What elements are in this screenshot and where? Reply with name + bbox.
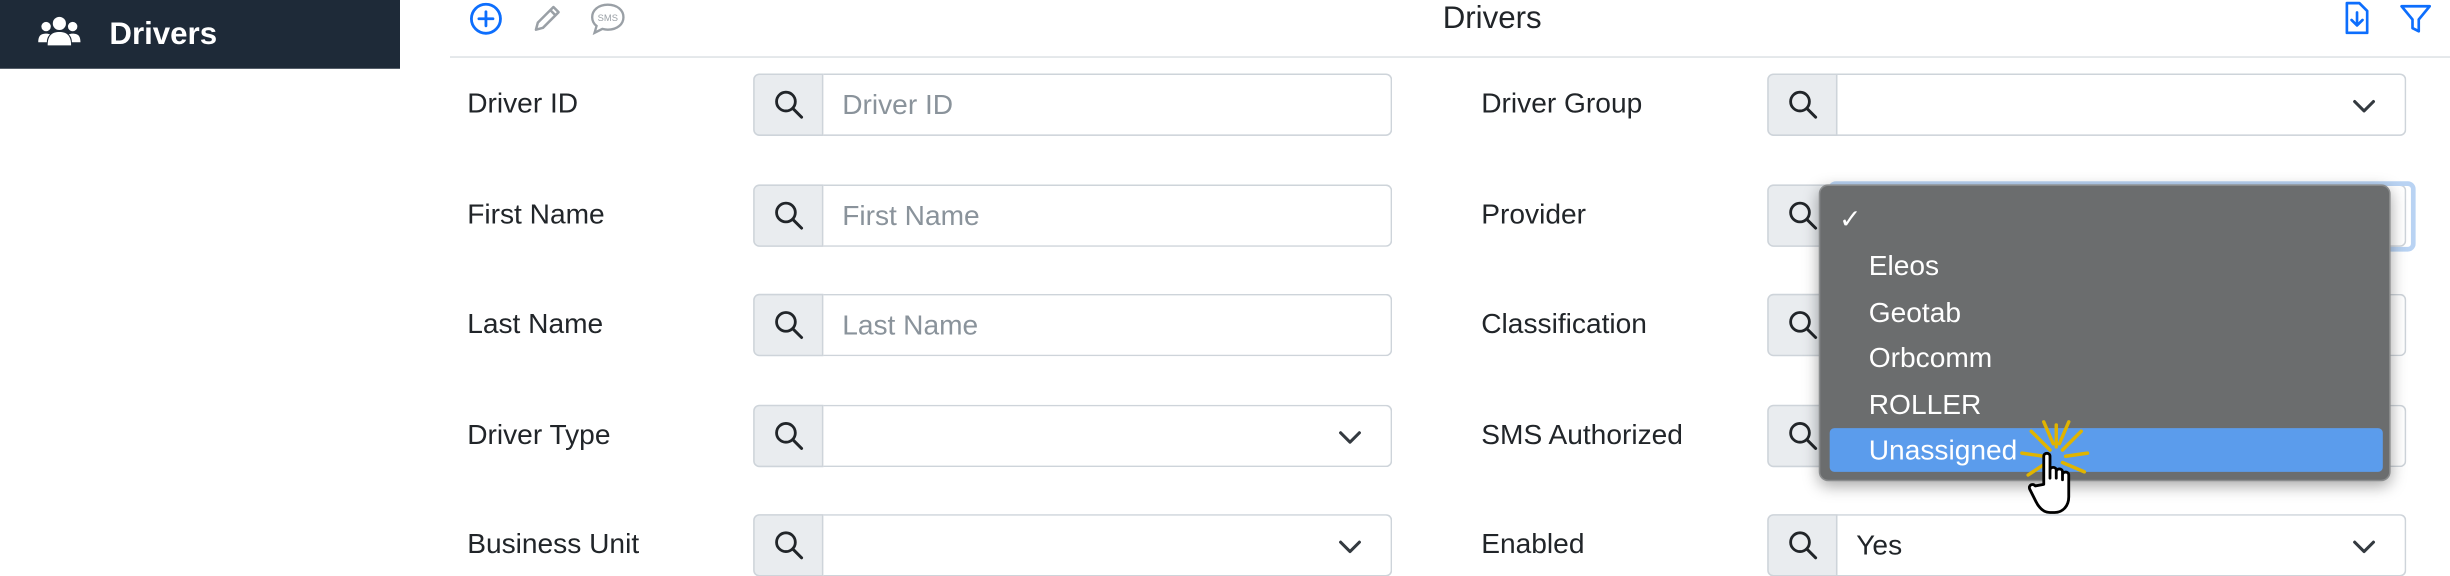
enabled-label: Enabled	[1481, 528, 1585, 560]
dropdown-option-orbcomm[interactable]: Orbcomm	[1830, 336, 2383, 380]
pencil-icon[interactable]	[530, 2, 564, 36]
add-circle-icon[interactable]	[469, 2, 503, 36]
dropdown-option-eleos[interactable]: Eleos	[1830, 244, 2383, 288]
hand-cursor-icon	[2016, 419, 2110, 528]
driver-group-select[interactable]	[1837, 73, 2407, 136]
enabled-select[interactable]: Yes	[1837, 514, 2407, 576]
enabled-value: Yes	[1856, 528, 1903, 561]
sms-authorized-label: SMS Authorized	[1481, 418, 1683, 450]
sidebar-title: Drivers	[109, 16, 218, 51]
toolbar: SMS Drivers	[450, 0, 2450, 58]
dropdown-option-empty[interactable]	[1830, 198, 2383, 242]
classification-label: Classification	[1481, 307, 1647, 340]
driver-group-group	[1767, 73, 2407, 136]
chevron-down-icon	[2352, 534, 2377, 567]
users-icon	[38, 13, 82, 55]
provider-label: Provider	[1481, 198, 1586, 230]
sms-icon[interactable]: SMS	[589, 2, 627, 36]
page-title: Drivers	[1442, 1, 1542, 36]
drivers-page: Drivers SMS Drivers Driver ID Driver ID …	[0, 0, 2450, 576]
search-icon[interactable]	[1767, 73, 1838, 136]
search-icon[interactable]	[1767, 514, 1838, 576]
download-icon[interactable]	[2339, 1, 2373, 36]
filter-icon[interactable]	[2398, 2, 2432, 36]
sms-icon-text: SMS	[598, 13, 618, 23]
sidebar-item-drivers[interactable]: Drivers	[0, 0, 400, 69]
driver-group-row: Driver Group	[0, 73, 2450, 136]
dropdown-option-geotab[interactable]: Geotab	[1830, 291, 2383, 335]
driver-group-label: Driver Group	[1481, 87, 1643, 119]
chevron-down-icon	[2352, 94, 2377, 127]
